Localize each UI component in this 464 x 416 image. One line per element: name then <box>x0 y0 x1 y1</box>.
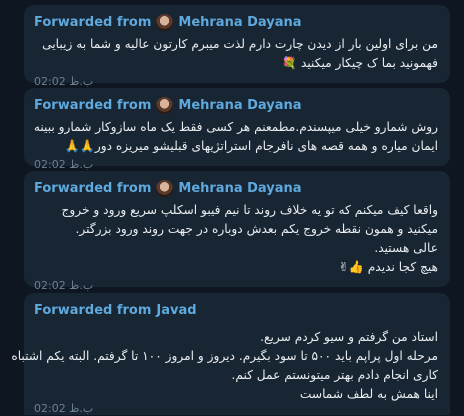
forwarded-label: Forwarded from <box>34 302 152 318</box>
message-line: استاد من گرفتم و سیو کردم سریع. <box>260 330 438 344</box>
message-line: کاری انجام دادم بهتر میتونستم عمل کنم. <box>231 368 438 382</box>
sender-name[interactable]: Mehrana Dayana <box>178 15 301 30</box>
forwarded-header[interactable]: Forwarded from Mehrana Dayana <box>34 12 438 32</box>
message-line: من برای اولین بار از دیدن چارت دارم لذت … <box>42 37 438 51</box>
forwarded-header[interactable]: Forwarded from Mehrana Dayana <box>34 178 438 198</box>
sender-name[interactable]: Mehrana Dayana <box>178 181 301 196</box>
message-bubble[interactable]: Forwarded from Javad استاد من گرفتم و سی… <box>11 293 450 415</box>
message-line: مرحله اول پراپم باید ۵۰۰ تا سود بگیرم. د… <box>11 349 438 363</box>
sender-name[interactable]: Mehrana Dayana <box>178 98 301 113</box>
message-bubble[interactable]: Forwarded from Mehrana Dayana واقعا کیف … <box>24 171 450 292</box>
avatar[interactable] <box>156 179 174 197</box>
message-line: واقعا کیف میکنم که تو یه خلاف روند تا نی… <box>61 203 438 217</box>
message-bubble[interactable]: Forwarded from Mehrana Dayana روش شمارو … <box>24 88 450 171</box>
message-text: استاد من گرفتم و سیو کردم سریع. مرحله او… <box>11 328 438 404</box>
message-bubble[interactable]: Forwarded from Mehrana Dayana من برای او… <box>24 5 450 88</box>
message-text: واقعا کیف میکنم که تو یه خلاف روند تا نی… <box>34 201 438 277</box>
forwarded-header[interactable]: Forwarded from Javad <box>34 300 438 320</box>
message-line: عالی هستید. <box>374 241 438 255</box>
message-time: 02:02 ب.ظ <box>34 279 94 292</box>
forwarded-label: Forwarded from <box>34 180 152 196</box>
message-time: 02:02 ب.ظ <box>34 75 94 88</box>
message-text: روش شمارو خیلی میپسندم.مطمعنم هر کسی فقط… <box>34 118 438 156</box>
forwarded-header[interactable]: Forwarded from Mehrana Dayana <box>34 95 438 115</box>
avatar[interactable] <box>156 13 174 31</box>
message-line: هیچ کجا ندیدم 👍✌ <box>338 260 439 274</box>
forwarded-label: Forwarded from <box>34 14 152 30</box>
message-line: ایمان میاره و همه قصه های نافرجام استرات… <box>64 139 439 153</box>
message-line: روش شمارو خیلی میپسندم.مطمعنم هر کسی فقط… <box>33 120 438 134</box>
message-time: 02:02 ب.ظ <box>34 158 94 171</box>
message-text: من برای اولین بار از دیدن چارت دارم لذت … <box>34 35 438 73</box>
forwarded-label: Forwarded from <box>34 97 152 113</box>
sender-name[interactable]: Javad <box>156 303 196 318</box>
message-line: فهمونید بما ک چیکار میکنید 💐 <box>281 56 438 70</box>
message-time: 02:02 ب.ظ <box>34 402 94 415</box>
message-line: میکنید و همون نقطه خروج یکم بعدش دوباره … <box>75 222 438 236</box>
avatar[interactable] <box>156 96 174 114</box>
